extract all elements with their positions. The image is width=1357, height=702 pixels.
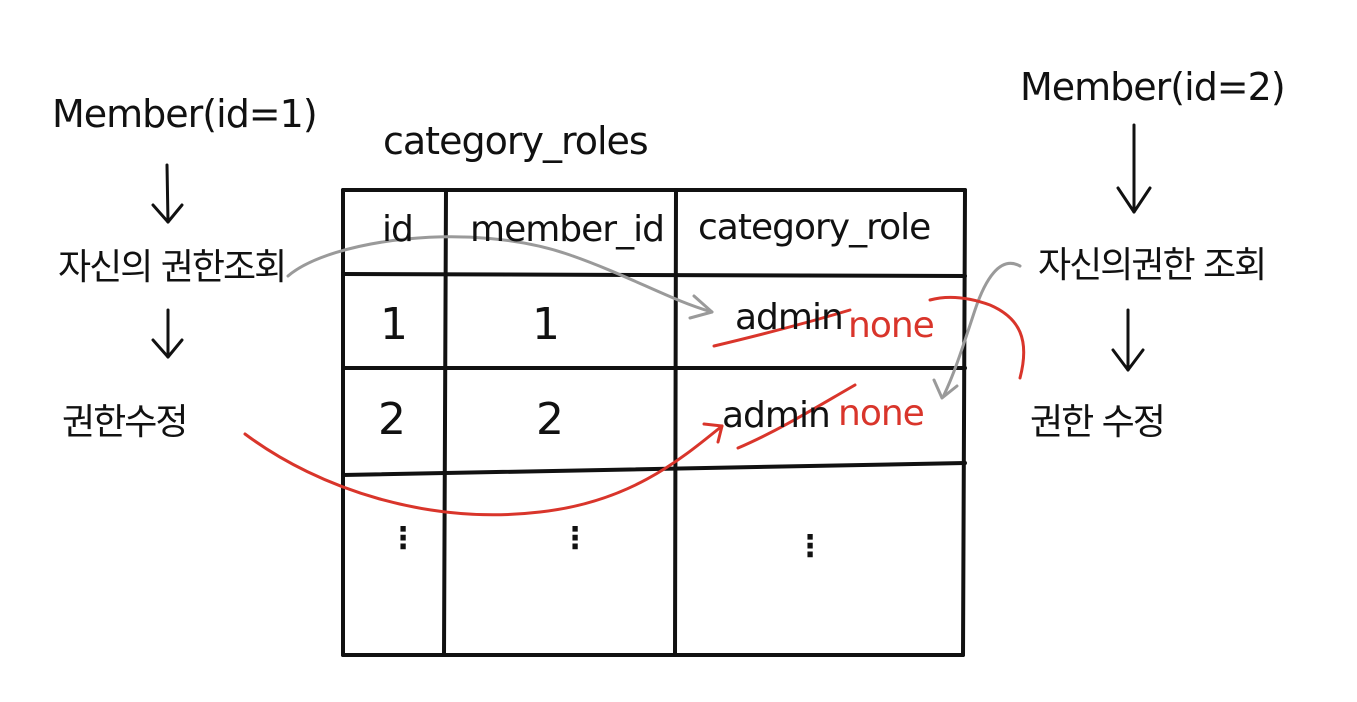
row-ellipsis-role: ⋮ [795,529,825,564]
left-member-label: Member(id=1) [52,92,318,136]
left-read-step: 자신의 권한조회 [58,247,287,288]
left-update-step: 권한수정 [62,402,188,443]
update-arrow-left [243,422,724,517]
row2-member-id: 2 [536,394,564,445]
header-member-id: member_id [470,209,665,250]
update-arrow-right [928,295,1026,380]
row1-member-id: 1 [532,299,560,350]
right-member-label: Member(id=2) [1020,65,1286,109]
row-ellipsis-id: ⋮ [388,521,418,556]
row2-id: 2 [378,394,406,445]
row1-id: 1 [380,299,408,350]
table-name: category_roles [383,119,649,163]
read-arrow-right [932,261,1022,400]
row2-new-role: none [838,393,925,434]
right-update-step: 권한 수정 [1030,402,1166,443]
row-ellipsis-member-id: ⋮ [560,521,590,556]
row2-old-role: admin [722,395,831,436]
row1-old-role: admin [735,297,844,338]
right-read-step: 자신의권한 조회 [1038,245,1267,286]
header-category-role: category_role [698,207,931,248]
header-id: id [382,209,414,250]
row1-new-role: none [848,305,935,346]
